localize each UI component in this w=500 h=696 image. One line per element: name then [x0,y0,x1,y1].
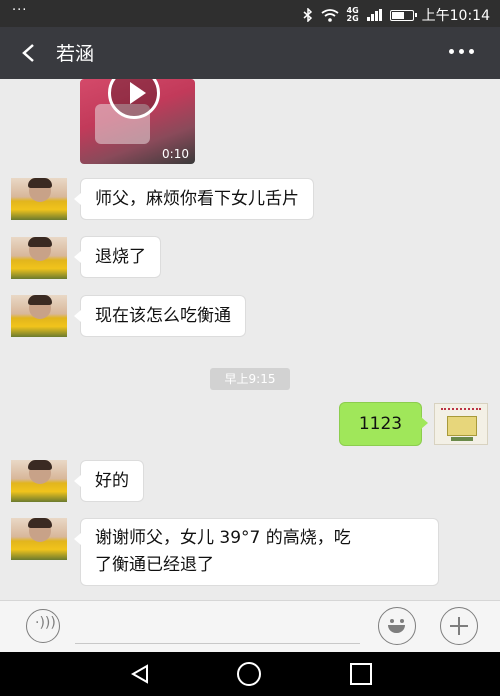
network-type: 4G 2G [346,6,359,23]
message-line: 谢谢师父，女儿 39°7 的高烧，吃 [95,528,351,548]
wifi-icon [320,8,339,22]
status-bar: ··· 4G 2G 上午10:14 [0,0,500,27]
emoji-icon[interactable] [378,607,416,645]
contact-avatar[interactable] [11,460,67,502]
contact-avatar[interactable] [11,237,67,279]
contact-avatar[interactable] [11,295,67,337]
message-bubble[interactable]: 师父，麻烦你看下女儿舌片 [74,179,313,219]
contact-avatar[interactable] [11,518,67,560]
contact-name: 若涵 [56,43,95,65]
chat-messages[interactable]: 0:10 师父，麻烦你看下女儿舌片 退烧了 现在该怎么吃衡通 早上9:15 11… [0,79,500,600]
my-message-bubble[interactable]: 1123 [340,403,428,445]
clock: 上午10:14 [421,8,490,24]
more-dots-icon[interactable] [449,49,474,54]
voice-icon[interactable]: ·))) [26,609,60,643]
message-input[interactable] [75,643,360,644]
plus-icon[interactable] [440,607,478,645]
timestamp: 早上9:15 [210,368,290,390]
video-duration: 0:10 [162,147,189,161]
video-message[interactable]: 0:10 [80,79,195,164]
contact-avatar[interactable] [11,178,67,220]
chat-header: 若涵 [0,27,500,79]
status-dots: ··· [12,3,28,18]
message-bubble[interactable]: 谢谢师父，女儿 39°7 的高烧，吃 了衡通已经退了 [74,519,438,585]
my-avatar[interactable] [434,403,488,445]
chevron-left-icon[interactable] [14,37,44,69]
system-nav-bar [0,652,500,696]
battery-icon [389,9,417,21]
nav-home-icon[interactable] [237,662,261,686]
message-bubble[interactable]: 现在该怎么吃衡通 [74,296,245,336]
input-bar: ·))) [0,600,500,653]
bluetooth-icon [303,8,312,22]
message-bubble[interactable]: 好的 [74,461,143,501]
message-bubble[interactable]: 退烧了 [74,237,160,277]
nav-recent-icon[interactable] [350,663,372,685]
nav-back-icon[interactable] [130,664,150,684]
signal-icon [366,9,382,21]
message-line: 了衡通已经退了 [95,555,214,575]
